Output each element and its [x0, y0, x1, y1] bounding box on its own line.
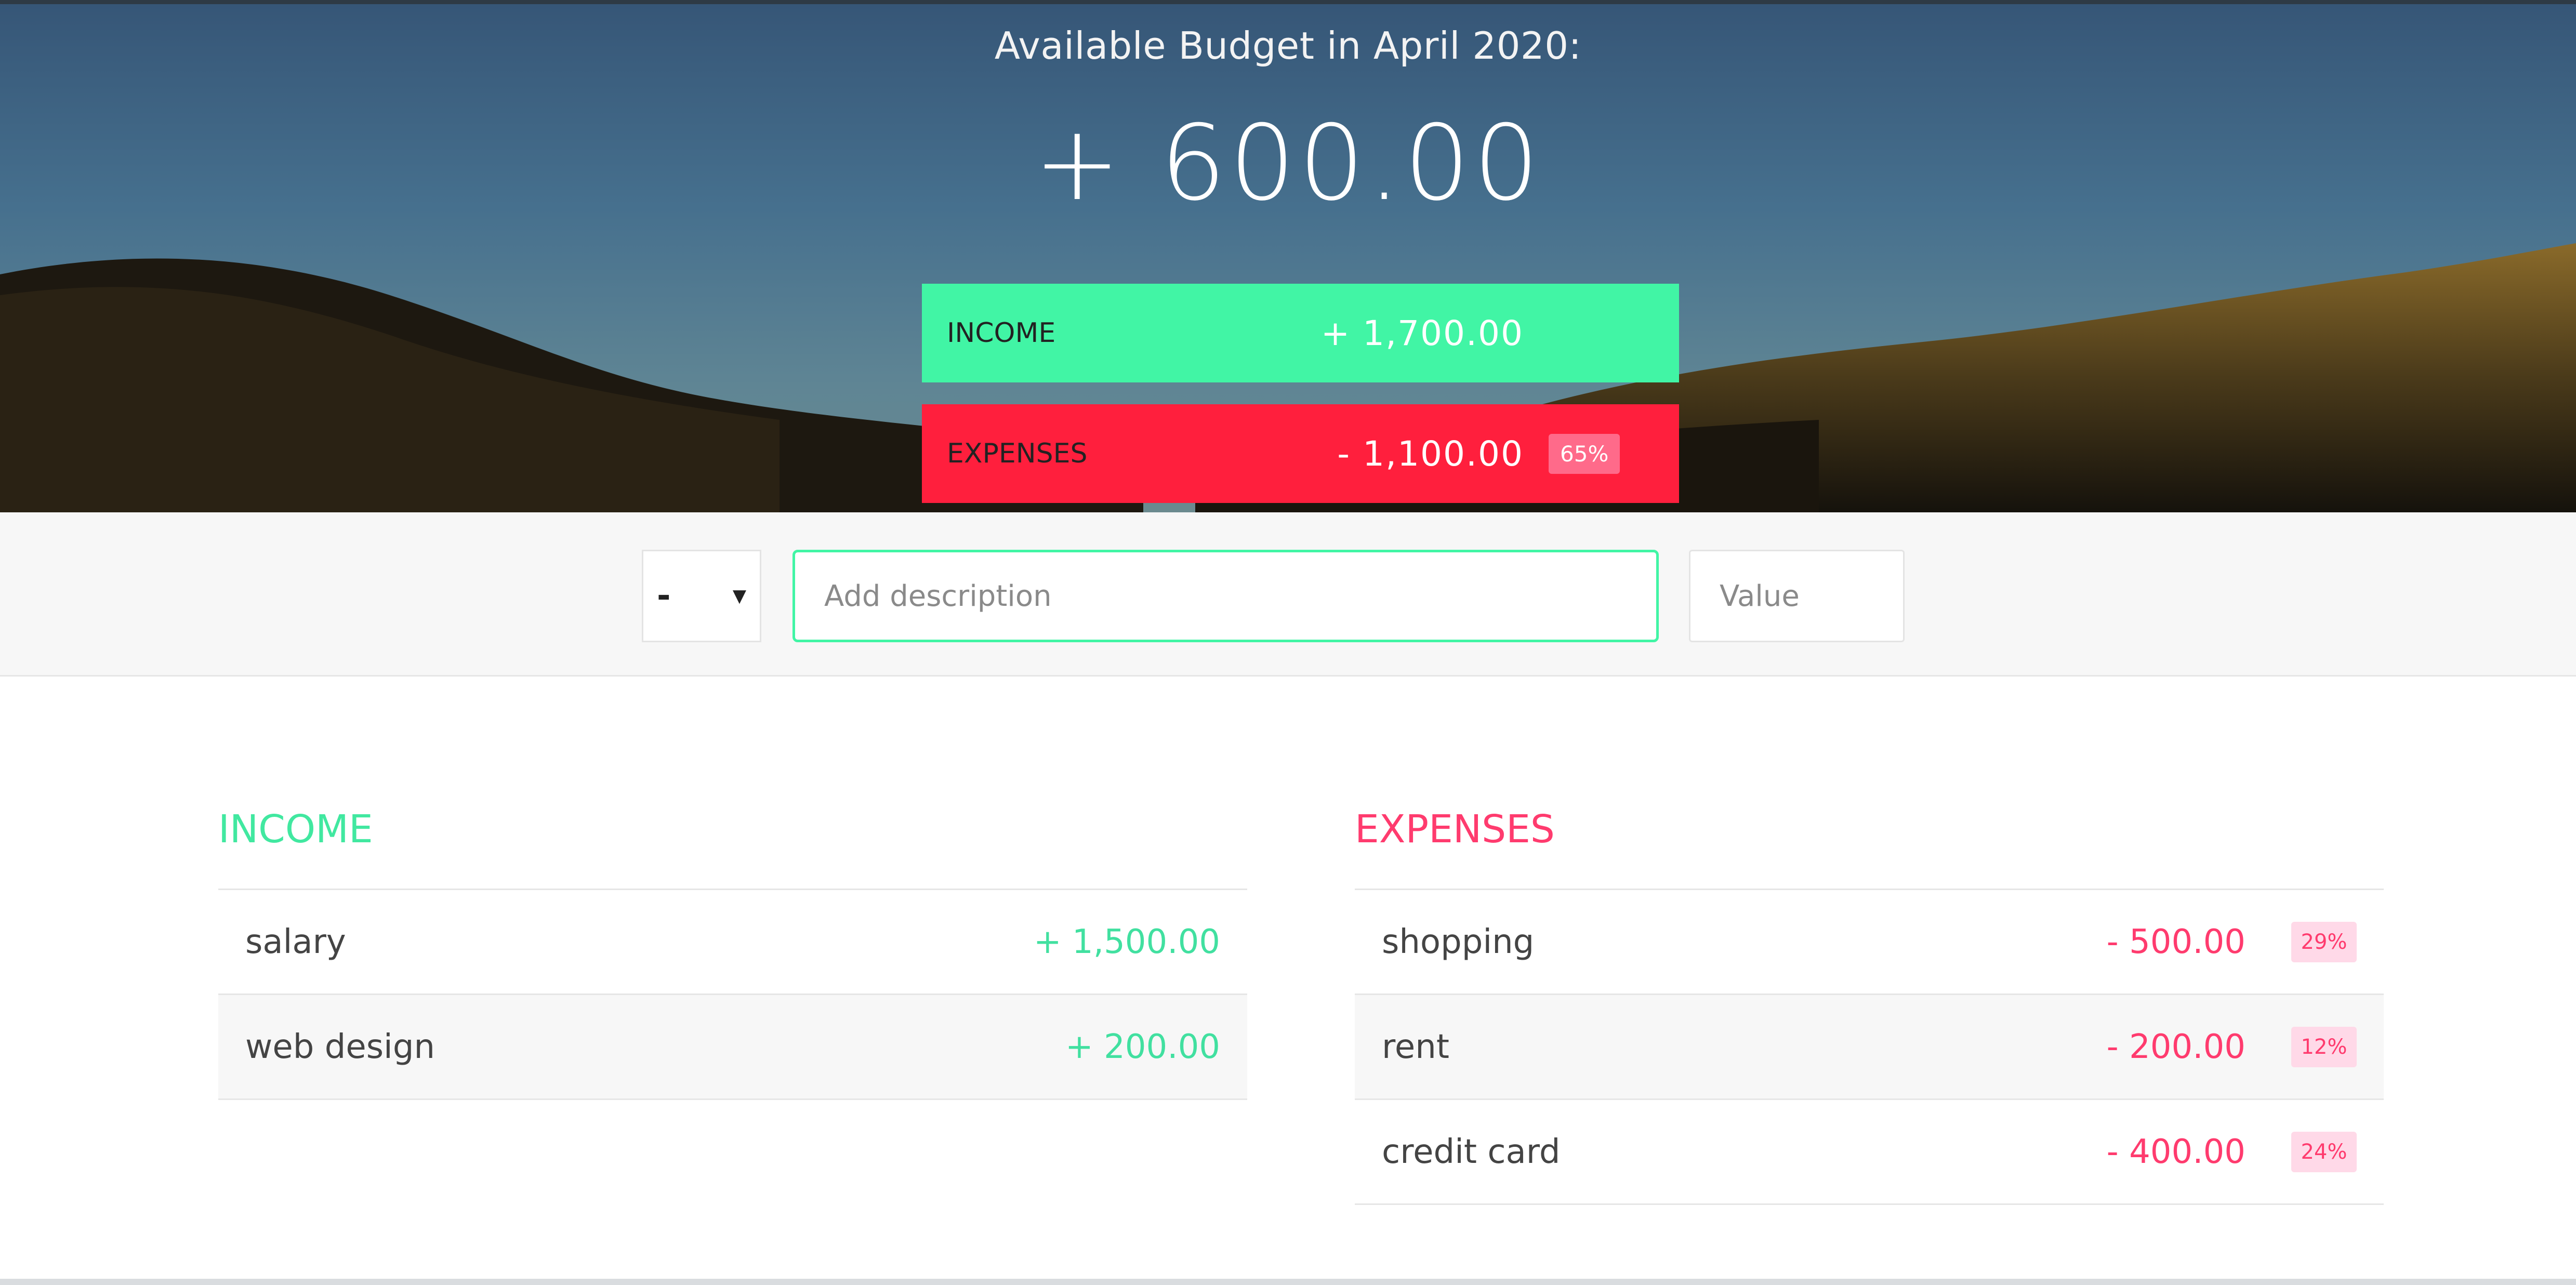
expense-list: EXPENSES shopping - 500.00 29% rent - 20…	[1355, 804, 2384, 1205]
item-value: - 500.00	[2106, 922, 2245, 961]
item-description: credit card	[1382, 1132, 1561, 1171]
item-value: + 200.00	[1065, 1027, 1220, 1066]
list-item[interactable]: web design + 200.00	[218, 995, 1247, 1100]
item-description: rent	[1382, 1027, 1449, 1066]
expenses-summary-label: EXPENSES	[947, 438, 1088, 469]
expenses-percentage-badge: 65%	[1549, 433, 1620, 474]
item-description: web design	[245, 1027, 435, 1066]
list-item[interactable]: rent - 200.00 12%	[1355, 995, 2384, 1100]
expense-list-title: EXPENSES	[1355, 807, 1555, 852]
income-summary-label: INCOME	[947, 317, 1056, 349]
item-description: salary	[245, 922, 346, 961]
income-list: INCOME salary + 1,500.00 web design + 20…	[218, 804, 1247, 1100]
item-description: shopping	[1382, 922, 1535, 961]
income-summary-value: + 1,700.00	[1320, 313, 1524, 353]
item-percentage-badge: 29%	[2291, 921, 2357, 962]
chevron-down-icon: ▼	[732, 586, 746, 606]
window-bottom-border	[0, 1279, 2576, 1285]
item-value: - 400.00	[2106, 1132, 2245, 1171]
budget-header: Available Budget in April 2020: + 600.00…	[0, 4, 2576, 512]
budget-title: Available Budget in April 2020:	[994, 24, 1582, 68]
description-input[interactable]	[792, 550, 1659, 642]
list-item[interactable]: shopping - 500.00 29%	[1355, 890, 2384, 995]
income-list-title: INCOME	[218, 807, 373, 852]
item-percentage-badge: 12%	[2291, 1026, 2357, 1067]
expenses-summary-value: - 1,100.00	[1337, 433, 1524, 474]
budget-app: Available Budget in April 2020: + 600.00…	[0, 0, 2576, 1285]
value-input[interactable]	[1689, 550, 1905, 642]
item-value: - 200.00	[2106, 1027, 2245, 1066]
expense-rows: shopping - 500.00 29% rent - 200.00 12% …	[1355, 889, 2384, 1205]
type-select[interactable]: - ▼	[642, 550, 761, 642]
list-item[interactable]: credit card - 400.00 24%	[1355, 1100, 2384, 1205]
available-budget-value: + 600.00	[1034, 103, 1542, 224]
item-percentage-badge: 24%	[2291, 1131, 2357, 1172]
type-select-value: -	[657, 577, 671, 615]
add-item-bar: - ▼	[0, 512, 2576, 677]
income-summary: INCOME + 1,700.00	[922, 284, 1679, 382]
list-item[interactable]: salary + 1,500.00	[218, 890, 1247, 995]
income-rows: salary + 1,500.00 web design + 200.00	[218, 889, 1247, 1100]
item-value: + 1,500.00	[1034, 922, 1220, 961]
expenses-summary: EXPENSES - 1,100.00 65%	[922, 404, 1679, 503]
